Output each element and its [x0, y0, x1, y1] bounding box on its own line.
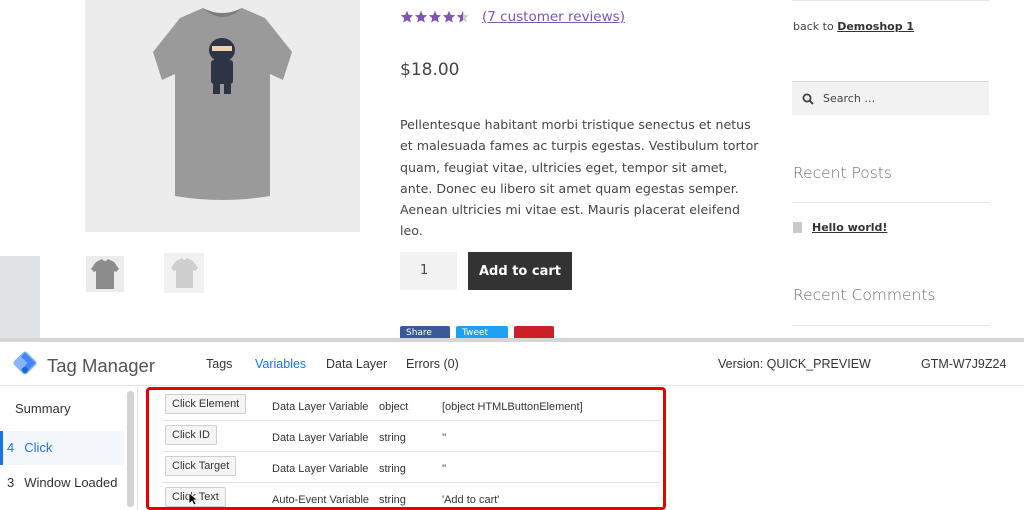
- demoshop-link[interactable]: Demoshop 1: [837, 20, 914, 33]
- variable-name[interactable]: Click Element: [165, 394, 247, 414]
- document-icon: [793, 222, 802, 233]
- variable-value: '': [442, 463, 447, 475]
- variable-return-type: object: [379, 401, 409, 413]
- event-summary[interactable]: Summary: [15, 401, 139, 416]
- star-icon: [401, 11, 413, 23]
- tshirt-image: [153, 8, 292, 200]
- star-icon: [429, 11, 441, 23]
- share-buttons: Share Tweet: [400, 326, 554, 338]
- variable-type: Auto-Event Variable: [272, 494, 370, 506]
- event-click[interactable]: 4 Click: [0, 431, 124, 465]
- search-input[interactable]: Search …: [792, 81, 989, 115]
- tab-tags[interactable]: Tags: [206, 357, 232, 371]
- mouse-cursor-icon: [188, 492, 198, 506]
- variable-name[interactable]: Click ID: [165, 425, 217, 445]
- variable-type: Data Layer Variable: [272, 432, 369, 444]
- tag-manager-logo-icon: [13, 351, 37, 375]
- variable-value: '': [442, 432, 447, 444]
- thumbnail-1[interactable]: [0, 256, 40, 338]
- product-price: $18.00: [400, 60, 460, 80]
- thumbnail-2[interactable]: [86, 256, 124, 292]
- star-icon: [443, 11, 455, 23]
- quantity-input[interactable]: 1: [400, 252, 457, 290]
- variable-value: [object HTMLButtonElement]: [442, 401, 583, 413]
- table-row: Click Text Auto-Event Variable string 'A…: [162, 483, 660, 510]
- sidebar-scrollbar[interactable]: [127, 391, 134, 507]
- tshirt-thumb-icon: [171, 258, 198, 288]
- table-row: Click Target Data Layer Variable string …: [162, 452, 660, 483]
- search-icon: [802, 93, 814, 105]
- variables-table: Click Element Data Layer Variable object…: [146, 387, 666, 510]
- event-sidebar: Summary 4 Click 3 Window Loaded: [0, 387, 138, 510]
- star-icon: [457, 11, 469, 23]
- event-label: Click: [24, 440, 53, 455]
- variable-type: Data Layer Variable: [272, 401, 369, 413]
- event-number: 3: [7, 475, 15, 490]
- gtm-title: Tag Manager: [47, 355, 155, 376]
- event-number: 4: [7, 440, 15, 455]
- event-label: Window Loaded: [24, 475, 118, 490]
- event-window-loaded[interactable]: 3 Window Loaded: [7, 475, 131, 490]
- post-list-item: Hello world!: [793, 221, 887, 234]
- event-label: Summary: [15, 401, 71, 416]
- tab-data-layer[interactable]: Data Layer: [326, 357, 387, 371]
- add-to-cart-button[interactable]: Add to cart: [468, 252, 572, 290]
- shop-page: (7 customer reviews) $18.00 Pellentesque…: [0, 0, 1024, 338]
- facebook-share-button[interactable]: Share: [400, 326, 450, 338]
- variable-return-type: string: [379, 494, 406, 506]
- product-rating: (7 customer reviews): [400, 8, 625, 26]
- table-row: Click Element Data Layer Variable object…: [162, 390, 660, 421]
- tab-errors[interactable]: Errors (0): [406, 357, 459, 371]
- variable-value: 'Add to cart': [442, 494, 500, 506]
- back-link-text: back to Demoshop 1: [793, 20, 914, 33]
- recent-comments-title: Recent Comments: [793, 286, 936, 304]
- variables-content: Click Element Data Layer Variable object…: [146, 387, 1024, 510]
- container-id: GTM-W7J9Z24: [921, 357, 1007, 371]
- variable-return-type: string: [379, 463, 406, 475]
- tshirt-thumb-icon: [91, 259, 119, 289]
- star-rating: [400, 10, 470, 24]
- tag-manager-panel: Tag Manager Tags Variables Data Layer Er…: [0, 338, 1024, 510]
- reviews-link[interactable]: (7 customer reviews): [482, 9, 625, 25]
- recent-posts-title: Recent Posts: [793, 164, 893, 182]
- search-placeholder: Search …: [823, 92, 876, 105]
- post-link[interactable]: Hello world!: [812, 221, 887, 234]
- gtm-header: Tag Manager Tags Variables Data Layer Er…: [0, 342, 1024, 386]
- variable-return-type: string: [379, 432, 406, 444]
- twitter-tweet-button[interactable]: Tweet: [456, 326, 508, 338]
- thumbnail-3[interactable]: [164, 253, 204, 293]
- product-description: Pellentesque habitant morbi tristique se…: [400, 117, 759, 239]
- pinterest-save-button[interactable]: [514, 326, 554, 338]
- star-icon: [415, 11, 427, 23]
- product-image[interactable]: [85, 0, 360, 232]
- divider: [792, 0, 990, 1]
- table-row: Click ID Data Layer Variable string '': [162, 421, 660, 452]
- divider: [792, 325, 989, 326]
- variable-name[interactable]: Click Target: [165, 456, 237, 476]
- version-label: Version: QUICK_PREVIEW: [718, 357, 871, 371]
- divider: [792, 202, 989, 203]
- tab-variables[interactable]: Variables: [255, 357, 306, 371]
- back-prefix: back to: [793, 20, 838, 33]
- variable-type: Data Layer Variable: [272, 463, 369, 475]
